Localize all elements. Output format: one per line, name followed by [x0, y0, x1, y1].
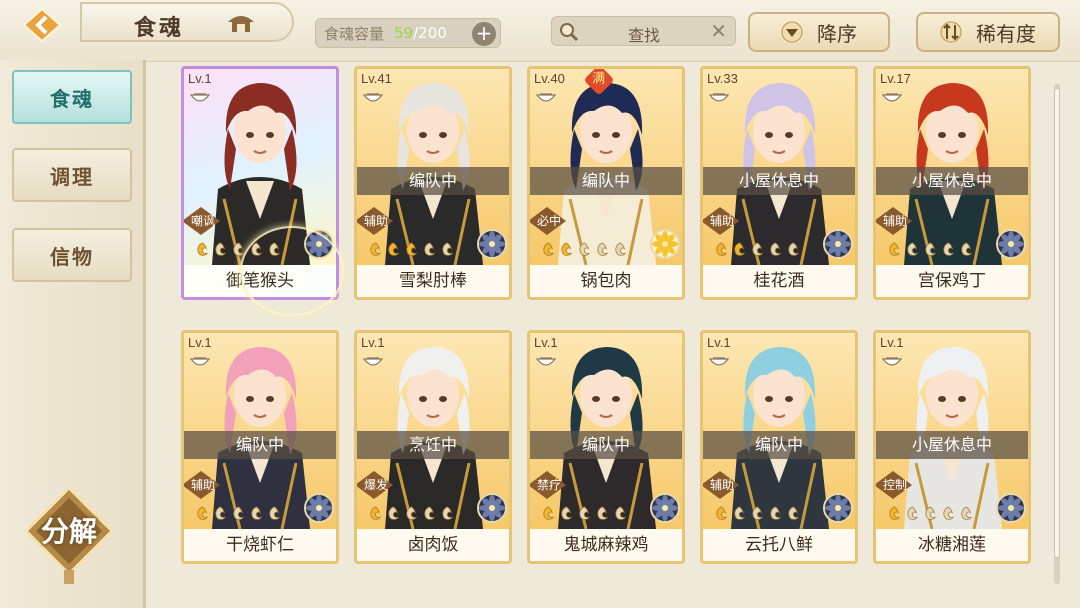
portrait-area: Lv.1 编队中 辅助 [703, 333, 855, 529]
food-soul-card[interactable]: Lv.33 小屋休息中 辅助 桂花酒 [700, 66, 858, 300]
bowl-icon [882, 357, 902, 366]
portrait-area: Lv.1 小屋休息中 控制 [876, 333, 1028, 529]
card-name: 御笔猴头 [184, 265, 336, 297]
bowl-icon [709, 93, 729, 102]
bowl-icon [190, 357, 210, 366]
star-rating [886, 505, 975, 522]
card-name: 宫保鸡丁 [876, 265, 1028, 297]
card-name: 桂花酒 [703, 265, 855, 297]
star-rating [540, 241, 629, 258]
bowl-icon [709, 357, 729, 366]
star-rating [713, 505, 802, 522]
card-role: 控制 [882, 478, 907, 492]
card-level: Lv.40 [534, 71, 565, 86]
card-name: 冰糖湘莲 [876, 529, 1028, 561]
portrait-area: Lv.1 烹饪中 爆发 [357, 333, 509, 529]
star-rating [713, 241, 802, 258]
card-level: Lv.1 [534, 335, 558, 350]
portrait-area: Lv.33 小屋休息中 辅助 [703, 69, 855, 265]
card-role: 爆发 [363, 478, 388, 492]
card-name: 鬼城麻辣鸡 [530, 529, 682, 561]
food-soul-card[interactable]: Lv.1 烹饪中 爆发 卤肉饭 [354, 330, 512, 564]
card-name: 雪梨肘棒 [357, 265, 509, 297]
card-role: 辅助 [363, 214, 388, 228]
bowl-icon [363, 93, 383, 102]
card-name: 云托八鲜 [703, 529, 855, 561]
food-soul-card[interactable]: Lv.41 编队中 辅助 雪梨肘棒 [354, 66, 512, 300]
card-status: 小屋休息中 [876, 431, 1028, 459]
card-name: 卤肉饭 [357, 529, 509, 561]
card-grid: Lv.1 嘲讽 御笔猴头 Lv.41 编队中 辅助 雪梨肘棒 Lv.40 满 编… [0, 0, 1080, 608]
card-role: 必中 [536, 214, 561, 228]
element-flower-icon [477, 493, 507, 523]
card-level: Lv.41 [361, 71, 392, 86]
max-level-text: 满 [592, 71, 606, 87]
bowl-icon [882, 93, 902, 102]
card-level: Lv.1 [707, 335, 731, 350]
bowl-icon [536, 93, 556, 102]
portrait-area: Lv.17 小屋休息中 辅助 [876, 69, 1028, 265]
element-flower-icon [996, 493, 1026, 523]
card-status: 编队中 [530, 167, 682, 195]
card-role: 辅助 [882, 214, 907, 228]
card-role: 辅助 [190, 478, 215, 492]
portrait-area: Lv.1 嘲讽 [184, 69, 336, 265]
portrait-area: Lv.1 编队中 禁疗 [530, 333, 682, 529]
food-soul-card[interactable]: Lv.40 满 编队中 必中 锅包肉 [527, 66, 685, 300]
card-status: 编队中 [184, 431, 336, 459]
card-role: 禁疗 [536, 478, 561, 492]
element-flower-icon [996, 229, 1026, 259]
card-level: Lv.1 [880, 335, 904, 350]
element-flower-icon [823, 229, 853, 259]
element-flower-icon [477, 229, 507, 259]
star-rating [194, 505, 283, 522]
card-role: 嘲讽 [190, 214, 215, 228]
card-status: 烹饪中 [357, 431, 509, 459]
card-status: 编队中 [530, 431, 682, 459]
star-rating [886, 241, 975, 258]
element-flower-icon [304, 493, 334, 523]
food-soul-card[interactable]: Lv.1 嘲讽 御笔猴头 [181, 66, 339, 300]
food-soul-card[interactable]: Lv.1 编队中 辅助 云托八鲜 [700, 330, 858, 564]
bowl-icon [536, 357, 556, 366]
card-level: Lv.1 [361, 335, 385, 350]
element-flower-icon [304, 229, 334, 259]
card-name: 锅包肉 [530, 265, 682, 297]
food-soul-card[interactable]: Lv.1 编队中 辅助 干烧虾仁 [181, 330, 339, 564]
star-rating [367, 241, 456, 258]
star-rating [367, 505, 456, 522]
card-level: Lv.33 [707, 71, 738, 86]
element-flower-icon [650, 493, 680, 523]
portrait-area: Lv.1 编队中 辅助 [184, 333, 336, 529]
card-status: 编队中 [703, 431, 855, 459]
card-role: 辅助 [709, 478, 734, 492]
element-flower-icon [823, 493, 853, 523]
card-level: Lv.1 [188, 71, 212, 86]
food-soul-card[interactable]: Lv.1 小屋休息中 控制 冰糖湘莲 [873, 330, 1031, 564]
portrait-area: Lv.40 满 编队中 必中 [530, 69, 682, 265]
card-role: 辅助 [709, 214, 734, 228]
star-rating [540, 505, 629, 522]
bowl-icon [363, 357, 383, 366]
card-level: Lv.1 [188, 335, 212, 350]
star-rating [194, 241, 283, 258]
card-level: Lv.17 [880, 71, 911, 86]
card-status: 编队中 [357, 167, 509, 195]
food-soul-card[interactable]: Lv.1 编队中 禁疗 鬼城麻辣鸡 [527, 330, 685, 564]
card-status: 小屋休息中 [876, 167, 1028, 195]
food-soul-card[interactable]: Lv.17 小屋休息中 辅助 宫保鸡丁 [873, 66, 1031, 300]
element-flower-icon [650, 229, 680, 259]
card-name: 干烧虾仁 [184, 529, 336, 561]
portrait-area: Lv.41 编队中 辅助 [357, 69, 509, 265]
bowl-icon [190, 93, 210, 102]
card-status: 小屋休息中 [703, 167, 855, 195]
